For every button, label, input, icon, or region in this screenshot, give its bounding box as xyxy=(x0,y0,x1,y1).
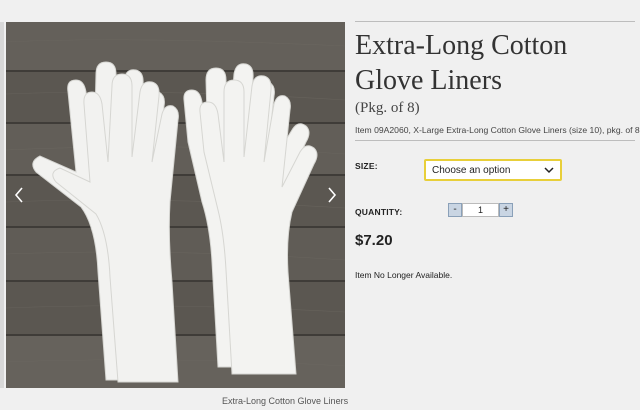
product-title: Extra-Long Cotton Glove Liners xyxy=(355,30,568,96)
size-select-value: Choose an option xyxy=(432,164,511,176)
image-caption: Extra-Long Cotton Glove Liners xyxy=(222,396,349,406)
title-top-divider xyxy=(355,21,635,22)
quantity-label: QUANTITY: xyxy=(355,207,403,217)
chevron-down-icon xyxy=(544,167,554,174)
size-label: SIZE: xyxy=(355,161,378,171)
thumbnail-strip-edge xyxy=(0,22,4,388)
size-select[interactable]: Choose an option xyxy=(424,159,562,181)
quantity-stepper: - 1 + xyxy=(448,203,513,217)
quantity-increase-button[interactable]: + xyxy=(499,203,513,217)
product-image xyxy=(6,22,345,388)
quantity-input[interactable]: 1 xyxy=(462,203,499,217)
gallery-prev-button[interactable] xyxy=(6,176,32,214)
chevron-left-icon xyxy=(14,187,23,203)
product-subtitle: (Pkg. of 8) xyxy=(355,100,420,116)
quantity-decrease-button[interactable]: - xyxy=(448,203,462,217)
product-price: $7.20 xyxy=(355,232,393,249)
gallery-next-button[interactable] xyxy=(319,176,345,214)
item-description: Item 09A2060, X-Large Extra-Long Cotton … xyxy=(355,125,640,135)
chevron-right-icon xyxy=(328,187,337,203)
availability-status: Item No Longer Available. xyxy=(355,270,453,280)
title-bottom-divider xyxy=(355,140,635,141)
